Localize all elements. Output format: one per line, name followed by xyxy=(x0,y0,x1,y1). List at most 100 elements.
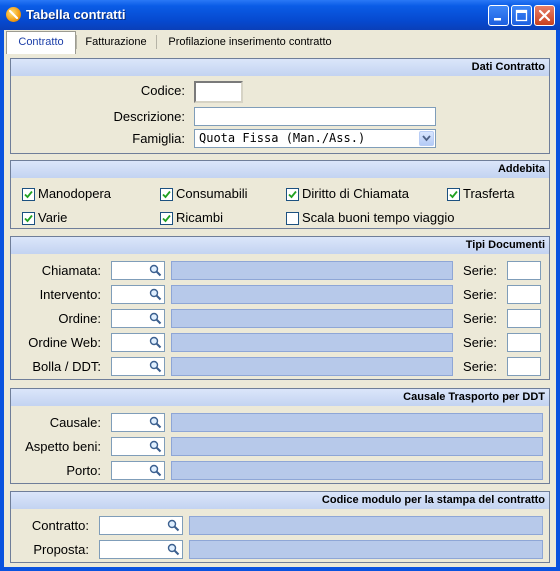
magnifier-icon[interactable] xyxy=(149,440,162,453)
panel-title: Causale Trasporto per DDT xyxy=(403,391,545,403)
ordine-code-input[interactable] xyxy=(111,309,165,328)
checkbox-label[interactable]: Scala buoni tempo viaggio xyxy=(302,210,455,225)
magnifier-icon[interactable] xyxy=(149,336,162,349)
tab-separator xyxy=(156,35,157,49)
tab-separator xyxy=(76,35,77,49)
bolla-ddt-code-input[interactable] xyxy=(111,357,165,376)
checkbox-label[interactable]: Diritto di Chiamata xyxy=(302,186,409,201)
checkbox-varie[interactable] xyxy=(22,212,35,225)
chevron-down-icon xyxy=(422,135,431,142)
magnifier-icon[interactable] xyxy=(149,360,162,373)
checkmark-icon xyxy=(162,214,171,223)
codice-label: Codice: xyxy=(140,83,185,98)
tab-contratto[interactable]: Contratto xyxy=(6,31,76,54)
chiamata-serie-input[interactable] xyxy=(507,261,541,280)
magnifier-icon[interactable] xyxy=(149,464,162,477)
ordine-serie-input[interactable] xyxy=(507,309,541,328)
checkbox-label[interactable]: Trasferta xyxy=(463,186,515,201)
window-title: Tabella contratti xyxy=(26,7,126,22)
close-icon xyxy=(538,9,551,22)
serie-label: Serie: xyxy=(463,335,497,350)
tab-label: Contratto xyxy=(18,36,64,48)
checkbox-label[interactable]: Ricambi xyxy=(176,210,223,225)
checkmark-icon xyxy=(288,190,297,199)
causale-description xyxy=(171,413,543,432)
chiamata-code-input[interactable] xyxy=(111,261,165,280)
causale-code-input[interactable] xyxy=(111,413,165,432)
serie-label: Serie: xyxy=(463,311,497,326)
proposta-code-input[interactable] xyxy=(99,540,183,559)
checkmark-icon xyxy=(449,190,458,199)
magnifier-icon[interactable] xyxy=(149,288,162,301)
tab-fatturazione[interactable]: Fatturazione xyxy=(78,32,154,52)
panel-title: Tipi Documenti xyxy=(465,239,545,251)
panel-header: Addebita xyxy=(11,161,549,178)
panel-header: Tipi Documenti xyxy=(11,237,549,254)
panel-header: Dati Contratto xyxy=(11,59,549,76)
chiamata-label: Chiamata: xyxy=(41,263,101,278)
panel-title: Dati Contratto xyxy=(471,61,545,73)
porto-description xyxy=(171,461,543,480)
checkbox-label[interactable]: Manodopera xyxy=(38,186,111,201)
window: Tabella contratti Contratto Fatturazione… xyxy=(0,0,560,571)
tab-profilazione[interactable]: Profilazione inserimento contratto xyxy=(160,32,340,52)
contratto-code-input[interactable] xyxy=(99,516,183,535)
porto-code-input[interactable] xyxy=(111,461,165,480)
close-button[interactable] xyxy=(534,5,555,26)
magnifier-icon[interactable] xyxy=(167,543,180,556)
checkbox-label[interactable]: Consumabili xyxy=(176,186,248,201)
magnifier-icon[interactable] xyxy=(149,312,162,325)
dialog-client: Contratto Fatturazione Profilazione inse… xyxy=(4,30,556,567)
checkbox-ricambi[interactable] xyxy=(160,212,173,225)
panel-title: Codice modulo per la stampa del contratt… xyxy=(321,494,545,506)
panel-title: Addebita xyxy=(497,163,545,175)
descrizione-input[interactable] xyxy=(194,107,436,126)
contratto-description xyxy=(189,516,543,535)
ordine-web-label: Ordine Web: xyxy=(28,335,101,350)
panel-causale-trasporto: Causale Trasporto per DDT Causale: Aspet… xyxy=(10,388,550,484)
checkbox-diritto-di-chiamata[interactable] xyxy=(286,188,299,201)
checkmark-icon xyxy=(162,190,171,199)
famiglia-select[interactable]: Quota Fissa (Man./Ass.) xyxy=(194,129,436,148)
panel-tipi-documenti: Tipi Documenti Chiamata: Serie: Interven… xyxy=(10,236,550,380)
tab-label: Fatturazione xyxy=(85,36,147,48)
causale-label: Causale: xyxy=(49,415,101,430)
serie-label: Serie: xyxy=(463,359,497,374)
ordine-label: Ordine: xyxy=(58,311,101,326)
ordine-web-code-input[interactable] xyxy=(111,333,165,352)
tab-strip: Contratto Fatturazione Profilazione inse… xyxy=(4,30,556,54)
checkbox-consumabili[interactable] xyxy=(160,188,173,201)
tab-label: Profilazione inserimento contratto xyxy=(168,36,332,48)
descrizione-label: Descrizione: xyxy=(113,109,185,124)
app-icon xyxy=(6,7,21,22)
proposta-description xyxy=(189,540,543,559)
checkbox-label[interactable]: Varie xyxy=(38,210,67,225)
intervento-serie-input[interactable] xyxy=(507,285,541,304)
checkbox-trasferta[interactable] xyxy=(447,188,460,201)
checkmark-icon xyxy=(24,190,33,199)
bolla-ddt-description xyxy=(171,357,453,376)
checkmark-icon xyxy=(24,214,33,223)
bolla-ddt-serie-input[interactable] xyxy=(507,357,541,376)
magnifier-icon[interactable] xyxy=(149,264,162,277)
panel-header: Codice modulo per la stampa del contratt… xyxy=(11,492,549,509)
checkbox-manodopera[interactable] xyxy=(22,188,35,201)
maximize-icon xyxy=(515,9,528,22)
aspetto-beni-code-input[interactable] xyxy=(111,437,165,456)
contratto-label: Contratto: xyxy=(31,518,89,533)
intervento-code-input[interactable] xyxy=(111,285,165,304)
magnifier-icon[interactable] xyxy=(149,416,162,429)
magnifier-icon[interactable] xyxy=(167,519,180,532)
ordine-description xyxy=(171,309,453,328)
aspetto-beni-label: Aspetto beni: xyxy=(25,439,101,454)
title-bar[interactable]: Tabella contratti xyxy=(0,0,560,30)
panel-header: Causale Trasporto per DDT xyxy=(11,389,549,406)
dropdown-arrow-button[interactable] xyxy=(419,131,434,146)
checkbox-scala-buoni-tempo-viaggio[interactable] xyxy=(286,212,299,225)
intervento-description xyxy=(171,285,453,304)
maximize-button[interactable] xyxy=(511,5,532,26)
ordine-web-serie-input[interactable] xyxy=(507,333,541,352)
minimize-button[interactable] xyxy=(488,5,509,26)
codice-input[interactable] xyxy=(194,81,243,103)
panel-codice-modulo: Codice modulo per la stampa del contratt… xyxy=(10,491,550,563)
